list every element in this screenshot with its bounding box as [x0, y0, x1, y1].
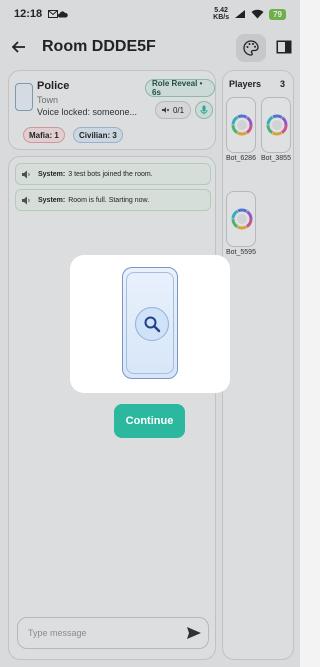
role-reveal-dialog	[70, 255, 230, 393]
role-emblem	[135, 307, 169, 341]
role-reveal-card	[122, 267, 178, 379]
role-reveal-card-inner	[126, 272, 174, 374]
continue-button[interactable]: Continue	[114, 404, 185, 438]
search-icon	[144, 316, 161, 333]
